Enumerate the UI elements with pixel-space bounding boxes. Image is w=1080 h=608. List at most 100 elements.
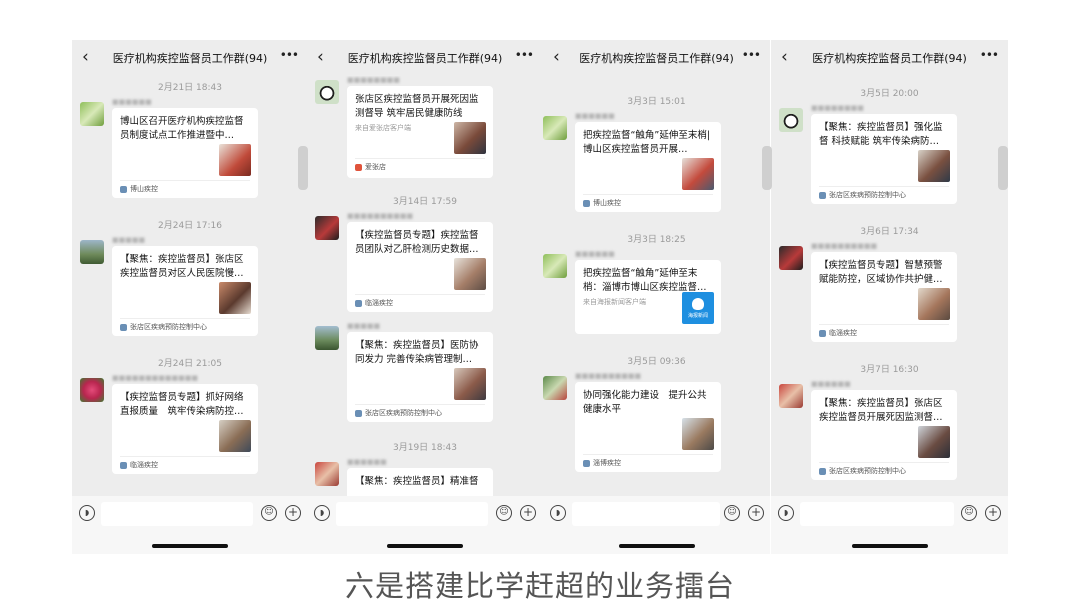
avatar[interactable] [315,326,339,350]
back-icon[interactable]: ‹ [82,47,89,67]
back-icon[interactable]: ‹ [317,47,324,67]
message-input[interactable] [336,502,488,526]
app-logo: 海报新闻 [682,292,714,324]
voice-icon[interactable]: ◗ [79,505,95,521]
link-card[interactable]: 【聚焦：疾控监督员】强化监督 科技赋能 筑牢传染病防… 张店区疾病预防控制中心 [811,114,957,204]
plus-icon[interactable]: + [748,505,764,521]
emoji-icon[interactable]: ☺ [261,505,277,521]
avatar[interactable] [315,462,339,486]
card-title: 【聚焦：疾控监督员】医防协同发力 完善传染病管理制… [355,340,479,365]
voice-icon[interactable]: ◗ [314,505,330,521]
avatar[interactable] [80,102,104,126]
thumbnail-image [454,258,486,290]
avatar[interactable] [779,384,803,408]
link-card[interactable]: 张店区疾控监督员开展死因监测督导 筑牢居民健康防线 来自爱张店客户端 爱张店 [347,86,493,178]
avatar[interactable] [80,240,104,264]
message-list[interactable]: 3月3日 15:01 ■■■■■■ 把疾控监督“触角”延伸至末梢|博山区疾控监督… [543,76,770,496]
card-divider [583,454,713,455]
timestamp: 3月3日 15:01 [627,97,686,107]
avatar[interactable] [543,254,567,278]
chat-screen-1: ‹ 医疗机构疾控监督员工作群(94) ••• 2月21日 18:43 ■■■■■… [72,40,308,554]
link-card[interactable]: 把疾控监督“触角”延伸至末梢|博山区疾控监督员开展… 博山疾控 [575,122,721,212]
avatar[interactable] [543,376,567,400]
app-icon [355,163,362,171]
card-title: 【聚焦：疾控监督员】张店区疾控监督员开展死因监测督… [819,398,943,423]
sender-name: ■■■■■■■■■■ [347,212,414,220]
account-icon [583,199,590,207]
more-icon[interactable]: ••• [742,48,761,62]
more-icon[interactable]: ••• [280,48,299,62]
sender-name: ■■■■■ [347,322,381,330]
emoji-icon[interactable]: ☺ [961,505,977,521]
chat-screen-4: ‹ 医疗机构疾控监督员工作群(94) ••• 3月5日 20:00 ■■■■■■… [771,40,1008,554]
link-card[interactable]: 【聚焦：疾控监督员】精准督 [347,468,493,496]
back-icon[interactable]: ‹ [781,47,788,67]
chat-title: 医疗机构疾控监督员工作群(94) [112,52,268,65]
plus-icon[interactable]: + [985,505,1001,521]
card-divider [819,462,949,463]
sender-name: ■■■■■ [112,236,146,244]
timestamp: 3月5日 09:36 [627,357,686,367]
message-list[interactable]: 3月5日 20:00 ■■■■■■■■ 【聚焦：疾控监督员】强化监督 科技赋能 … [771,76,1008,496]
account-icon [819,467,826,475]
timestamp: 3月5日 20:00 [860,89,919,99]
thumbnail-image [454,122,486,154]
card-source: 张店区疾病预防控制中心 [819,190,906,200]
avatar[interactable] [315,80,339,104]
avatar[interactable] [80,378,104,402]
scroll-handle[interactable] [998,146,1008,190]
sender-name: ■■■■■■■■■■ [575,372,642,380]
account-icon [583,459,590,467]
timestamp: 2月24日 17:16 [158,221,222,231]
card-source: 爱张店 [355,162,386,172]
card-source: 临淄疾控 [120,460,158,470]
link-card[interactable]: 博山区召开医疗机构疾控监督员制度试点工作推进暨中… 博山疾控 [112,108,258,198]
card-divider [120,456,250,457]
card-divider [120,180,250,181]
card-source: 博山疾控 [120,184,158,194]
voice-icon[interactable]: ◗ [778,505,794,521]
voice-icon[interactable]: ◗ [550,505,566,521]
back-icon[interactable]: ‹ [553,47,560,67]
avatar[interactable] [543,116,567,140]
card-source: 淄博疾控 [583,458,621,468]
message-input[interactable] [800,502,954,526]
sender-name: ■■■■■■■■ [347,76,400,84]
nav-bar: ‹ 医疗机构疾控监督员工作群(94) ••• [307,40,543,76]
link-card[interactable]: 【聚焦：疾控监督员】张店区疾控监督员对区人民医院慢… 张店区疾病预防控制中心 [112,246,258,336]
link-card[interactable]: 【聚焦：疾控监督员】医防协同发力 完善传染病管理制… 张店区疾病预防控制中心 [347,332,493,422]
chat-screen-3: ‹ 医疗机构疾控监督员工作群(94) ••• 3月3日 15:01 ■■■■■■… [543,40,770,554]
link-card[interactable]: 把疾控监督“触角”延伸至末梢：淄博市博山区疾控监督… 来自海报新闻客户端 海报新… [575,260,721,334]
avatar[interactable] [315,216,339,240]
account-icon [355,299,362,307]
thumbnail-image [219,144,251,176]
card-title: 【疾控监督员专题】疾控监督员团队对乙肝检测历史数据… [355,230,479,255]
scroll-handle[interactable] [298,146,308,190]
avatar[interactable] [779,108,803,132]
emoji-icon[interactable]: ☺ [496,505,512,521]
message-list[interactable]: ■■■■■■■■ 张店区疾控监督员开展死因监测督导 筑牢居民健康防线 来自爱张店… [307,76,543,496]
avatar[interactable] [779,246,803,270]
link-card[interactable]: 【聚焦：疾控监督员】张店区疾控监督员开展死因监测督… 张店区疾病预防控制中心 [811,390,957,480]
card-title: 协同强化能力建设 提升公共健康水平 [583,390,707,415]
plus-icon[interactable]: + [520,505,536,521]
card-source: 博山疾控 [583,198,621,208]
message-list[interactable]: 2月21日 18:43 ■■■■■■ 博山区召开医疗机构疾控监督员制度试点工作推… [72,76,308,496]
scroll-handle[interactable] [762,146,772,190]
link-card[interactable]: 协同强化能力建设 提升公共健康水平 淄博疾控 [575,382,721,472]
link-card[interactable]: 【疾控监督员专题】抓好网络直报质量 筑牢传染病防控… 临淄疾控 [112,384,258,474]
message-input[interactable] [101,502,253,526]
sender-name: ■■■■■■■■■■ [811,242,878,250]
card-title: 【聚焦：疾控监督员】精准督 [355,476,479,487]
message-input[interactable] [572,502,720,526]
plus-icon[interactable]: + [285,505,301,521]
sender-name: ■■■■■■ [347,458,387,466]
more-icon[interactable]: ••• [515,48,534,62]
card-divider [120,318,250,319]
more-icon[interactable]: ••• [980,48,999,62]
link-card[interactable]: 【疾控监督员专题】智慧预警赋能防控，区域协作共护健… 临淄疾控 [811,252,957,342]
account-icon [120,323,127,331]
emoji-icon[interactable]: ☺ [724,505,740,521]
link-card[interactable]: 【疾控监督员专题】疾控监督员团队对乙肝检测历史数据… 临淄疾控 [347,222,493,312]
chat-screen-2: ‹ 医疗机构疾控监督员工作群(94) ••• ■■■■■■■■ 张店区疾控监督员… [307,40,543,554]
